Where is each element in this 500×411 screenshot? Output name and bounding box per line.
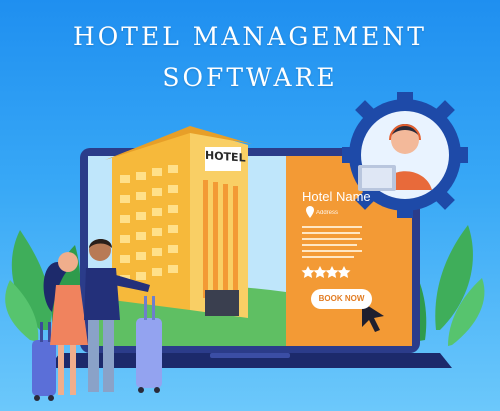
suitcase-left xyxy=(32,340,56,396)
hero-banner: HOTEL MANAGEMENT SOFTWARE HOTEL Hotel Na… xyxy=(0,0,500,411)
hotel-name-label: Hotel Name xyxy=(302,189,371,204)
illustration xyxy=(5,92,485,401)
hotel-sign: HOTEL xyxy=(205,148,246,165)
address-label: Address xyxy=(316,210,339,216)
book-now-button[interactable]: BOOK NOW xyxy=(311,289,372,309)
suitcase-right xyxy=(136,318,162,388)
